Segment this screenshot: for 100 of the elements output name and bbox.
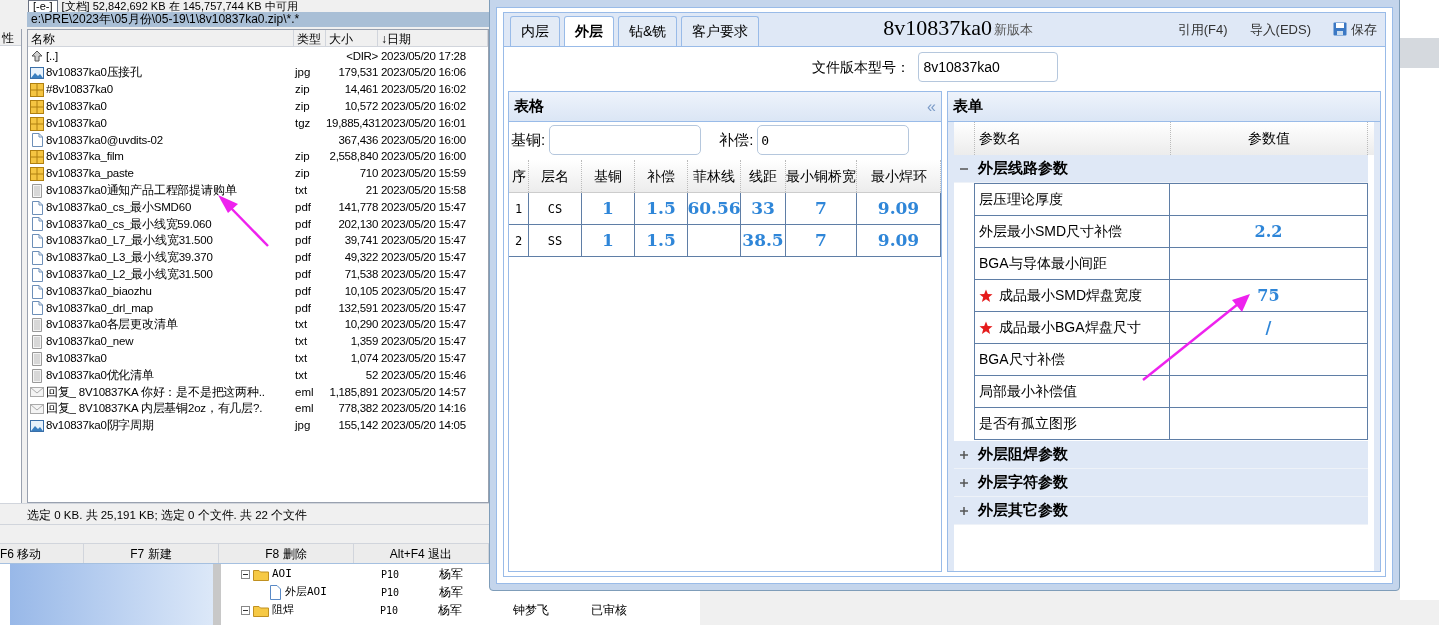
toolbar-button[interactable]: 导入(EDS) (1249, 19, 1311, 39)
file-name[interactable]: 8v10837ka0@uvdits-02 (46, 134, 163, 147)
file-date: 2023/05/20 15:47 (381, 301, 466, 314)
column-header[interactable]: 层名 (529, 160, 582, 192)
param-name: 局部最小补偿值 (979, 382, 1077, 401)
file-name[interactable]: 8v10837ka0阴字周期 (46, 420, 154, 432)
path-bar: e:\PRE\2023年\05月份\05-19\1\8v10837ka0.zip\*.* (27, 12, 489, 27)
input-field[interactable]: 0 (757, 125, 910, 155)
file-type: pdf (295, 301, 311, 314)
column-header[interactable]: 类型 (294, 30, 326, 46)
column-header[interactable]: 性 (0, 29, 21, 46)
file-name[interactable]: 8v10837ka0_drl_map (46, 302, 153, 315)
text-file-icon (30, 351, 44, 366)
tab[interactable]: 内层 (510, 16, 560, 46)
column-header[interactable]: 大小 (326, 30, 378, 46)
column-header[interactable]: 序 (509, 160, 529, 192)
drive-dropdown[interactable]: [-e-] (28, 0, 58, 13)
file-type: pdf (295, 268, 311, 280)
file-size: 21 (365, 184, 378, 196)
archive-icon (30, 150, 44, 165)
file-type: zip (295, 150, 310, 163)
file-name[interactable]: 8v10837ka0_cs_最小线宽59.060 (46, 218, 212, 231)
file-type: pdf (295, 200, 311, 213)
file-name[interactable]: 8v10837ka0_biaozhu (46, 285, 152, 298)
document-icon (30, 217, 44, 232)
file-size: 155,142 (338, 419, 378, 432)
group-header[interactable]: 外层其它参数 (978, 499, 1068, 522)
file-date: 2023/05/20 15:47 (381, 284, 466, 297)
file-size: 39,741 (344, 234, 378, 247)
file-type: pdf (295, 217, 311, 230)
file-name[interactable]: 8v10837ka0 (46, 101, 107, 113)
file-size: 2,558,840 (329, 150, 378, 163)
file-type: pdf (295, 284, 311, 297)
table-cell-text: 1.5 (646, 196, 676, 220)
document-icon (30, 250, 44, 265)
file-name[interactable]: 8v10837ka0_L7_最小线宽31.500 (46, 235, 213, 247)
file-name[interactable]: 8v10837ka0 (46, 353, 107, 365)
file-name[interactable]: 8v10837ka_paste (46, 168, 134, 180)
file-name[interactable]: [..] (46, 50, 58, 63)
file-name[interactable]: 8v10837ka0_L2_最小线宽31.500 (46, 269, 213, 281)
table-cell-text: 9.09 (877, 228, 920, 252)
column-header[interactable]: 补偿 (635, 160, 688, 192)
file-name[interactable]: 8v10837ka_film (46, 151, 124, 163)
dialog-title: 8v10837ka0 (883, 17, 993, 39)
archive-icon (30, 99, 44, 114)
file-type: txt (295, 352, 308, 364)
field-label: 文件版本型号： (811, 57, 910, 77)
file-size: 14,461 (344, 83, 378, 96)
column-header[interactable]: 线距 (741, 160, 786, 192)
table-cell-text: 7 (815, 196, 827, 220)
table-cell-text: 2 (514, 232, 523, 250)
file-type: pdf (295, 251, 311, 264)
file-name[interactable]: 8v10837ka0压接孔 (46, 67, 143, 79)
file-size: 141,778 (338, 200, 378, 213)
column-header[interactable]: 基铜 (582, 160, 635, 192)
toolbar-button[interactable]: 引用(F4) (1177, 19, 1228, 39)
image-file-icon (30, 66, 44, 81)
column-header[interactable]: 最小铜桥宽 (786, 160, 857, 192)
file-size: 710 (359, 167, 378, 180)
file-name[interactable]: 回复_ 8V10837KA 内层基铜2oz，有几层?. (46, 403, 263, 415)
file-name[interactable]: 8v10837ka0各层更改清单 (46, 319, 178, 331)
file-type: txt (295, 368, 308, 381)
column-header[interactable]: 菲林线 (688, 160, 741, 192)
param-name: 成品最小SMD焊盘宽度 (999, 286, 1143, 305)
file-name[interactable]: 8v10837ka0_cs_最小SMD60 (46, 201, 192, 214)
tab[interactable]: 外层 (564, 16, 614, 46)
input-field[interactable] (549, 125, 702, 155)
file-name[interactable]: 8v10837ka0优化清单 (46, 369, 154, 382)
param-name: 是否有孤立图形 (979, 414, 1077, 433)
tab[interactable]: 钻&铣 (618, 16, 678, 46)
group-header[interactable]: 外层线路参数 (978, 157, 1068, 180)
file-name[interactable]: #8v10837ka0 (46, 84, 113, 96)
save-button[interactable]: 保存 (1333, 19, 1377, 39)
file-date: 2023/05/20 15:47 (381, 268, 466, 280)
tab[interactable]: 客户要求 (681, 16, 760, 46)
group-header[interactable]: 外层阻焊参数 (978, 443, 1068, 466)
file-name[interactable]: 回复_ 8V10837KA 你好：是不是把这两种.. (46, 386, 265, 399)
annotation-arrow (218, 195, 269, 247)
file-size: 52 (365, 368, 378, 381)
column-header[interactable]: 最小焊环 (857, 160, 941, 192)
file-date: 2023/05/20 15:47 (381, 318, 466, 331)
version-field[interactable]: 8v10837ka0 (917, 52, 1058, 82)
group-header[interactable]: 外层字符参数 (978, 471, 1068, 494)
file-type: eml (295, 385, 314, 398)
column-header[interactable]: ↓日期 (378, 30, 488, 46)
text-file-icon (30, 334, 44, 349)
file-name[interactable]: 8v10837ka0通知产品工程部提请购单 (46, 185, 237, 197)
status-bar: 选定 0 KB. 共 25,191 KB; 选定 0 个文件. 共 22 个文件 (0, 503, 489, 525)
file-name[interactable]: 8v10837ka0_new (46, 336, 134, 348)
image-file-icon (30, 418, 44, 433)
import-latest-link[interactable]: 新版本 (994, 19, 1034, 39)
tree-item[interactable]: AOI (272, 565, 292, 583)
column-header[interactable]: 名称 (28, 30, 294, 46)
tree-item[interactable]: 外层AOI (285, 583, 327, 601)
tree-item[interactable]: 阻焊 (272, 601, 294, 619)
file-size: 10,105 (344, 284, 378, 297)
file-name[interactable]: 8v10837ka0_L3_最小线宽39.370 (46, 252, 213, 264)
file-name[interactable]: 8v10837ka0 (46, 117, 107, 130)
param-value: / (1265, 316, 1272, 339)
file-date: 2023/05/20 15:46 (381, 368, 466, 381)
